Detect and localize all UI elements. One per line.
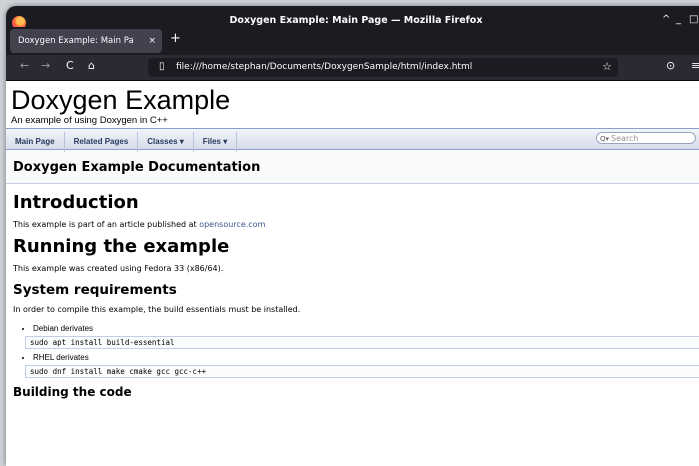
nav-files[interactable]: Files ▾ bbox=[194, 132, 238, 152]
doc-header: Doxygen Example Documentation bbox=[6, 150, 699, 184]
home-button[interactable]: ⌂ bbox=[88, 59, 95, 72]
pocket-icon[interactable]: ⊙ bbox=[666, 59, 675, 72]
code-block: sudo dnf install make cmake gcc gcc-c++ bbox=[25, 365, 699, 378]
close-tab-icon[interactable]: × bbox=[148, 29, 156, 53]
nav-main-page[interactable]: Main Page bbox=[6, 132, 65, 152]
maximize-up-icon[interactable]: ^ bbox=[662, 14, 670, 25]
nav-classes[interactable]: Classes ▾ bbox=[138, 132, 194, 152]
reload-button[interactable]: C bbox=[66, 59, 74, 72]
heading-introduction: Introduction bbox=[13, 192, 139, 213]
search-placeholder: Search bbox=[611, 134, 639, 143]
running-paragraph: This example was created using Fedora 33… bbox=[13, 264, 224, 273]
forward-button[interactable]: → bbox=[41, 59, 50, 72]
page-content: Doxygen Example An example of using Doxy… bbox=[6, 81, 699, 400]
list-item: Debian derivates sudo apt install build-… bbox=[25, 323, 699, 349]
url-text[interactable]: file:///home/stephan/Documents/DoxygenSa… bbox=[176, 62, 472, 72]
sysreq-paragraph: In order to compile this example, the bu… bbox=[13, 305, 301, 314]
doxygen-navbar: Main Page Related Pages Classes ▾ Files ▾ Q… bbox=[6, 128, 699, 152]
project-brief: An example of using Doxygen in C++ bbox=[11, 115, 168, 126]
page-icon: ▯ bbox=[159, 61, 165, 72]
navigation-toolbar: ← → C ⌂ ▯ file:///home/stephan/Documents… bbox=[6, 55, 699, 81]
back-button[interactable]: ← bbox=[20, 59, 29, 72]
heading-building: Building the code bbox=[13, 385, 132, 399]
menu-icon[interactable]: ≡ bbox=[691, 59, 699, 72]
heading-running: Running the example bbox=[13, 236, 230, 257]
search-input[interactable]: Q▾ Search bbox=[596, 132, 696, 144]
browser-window: Doxygen Example: Main Page — Mozilla Fir… bbox=[6, 6, 699, 466]
requirements-list: Debian derivates sudo apt install build-… bbox=[13, 323, 699, 378]
intro-text: This example is part of an article publi… bbox=[13, 220, 200, 229]
code-block: sudo apt install build-essential bbox=[25, 336, 699, 349]
list-item-label: Debian derivates bbox=[33, 324, 94, 333]
page-title: Doxygen Example Documentation bbox=[13, 160, 261, 175]
nav-related-pages[interactable]: Related Pages bbox=[65, 132, 139, 152]
restore-icon[interactable]: □ bbox=[689, 14, 698, 25]
url-bar[interactable]: ▯ file:///home/stephan/Documents/Doxygen… bbox=[148, 58, 618, 77]
new-tab-button[interactable]: + bbox=[170, 31, 181, 46]
opensource-link[interactable]: opensource.com bbox=[199, 220, 265, 229]
heading-system-requirements: System requirements bbox=[13, 282, 177, 298]
list-item: RHEL derivates sudo dnf install make cma… bbox=[25, 352, 699, 378]
list-item-label: RHEL derivates bbox=[33, 353, 89, 362]
minimize-icon[interactable]: _ bbox=[676, 14, 681, 25]
bookmark-star-icon[interactable]: ☆ bbox=[602, 60, 612, 73]
tab-label: Doxygen Example: Main Pa bbox=[18, 36, 134, 46]
window-title: Doxygen Example: Main Page — Mozilla Fir… bbox=[229, 15, 483, 26]
project-title: Doxygen Example bbox=[11, 85, 231, 115]
tab-bar: Doxygen Example: Main Pa × + bbox=[6, 27, 699, 55]
search-icon: Q▾ bbox=[600, 135, 610, 143]
doc-body: Introduction This example is part of an … bbox=[6, 192, 699, 400]
intro-paragraph: This example is part of an article publi… bbox=[13, 219, 699, 231]
tab-doxygen-main[interactable]: Doxygen Example: Main Pa × bbox=[10, 29, 162, 53]
